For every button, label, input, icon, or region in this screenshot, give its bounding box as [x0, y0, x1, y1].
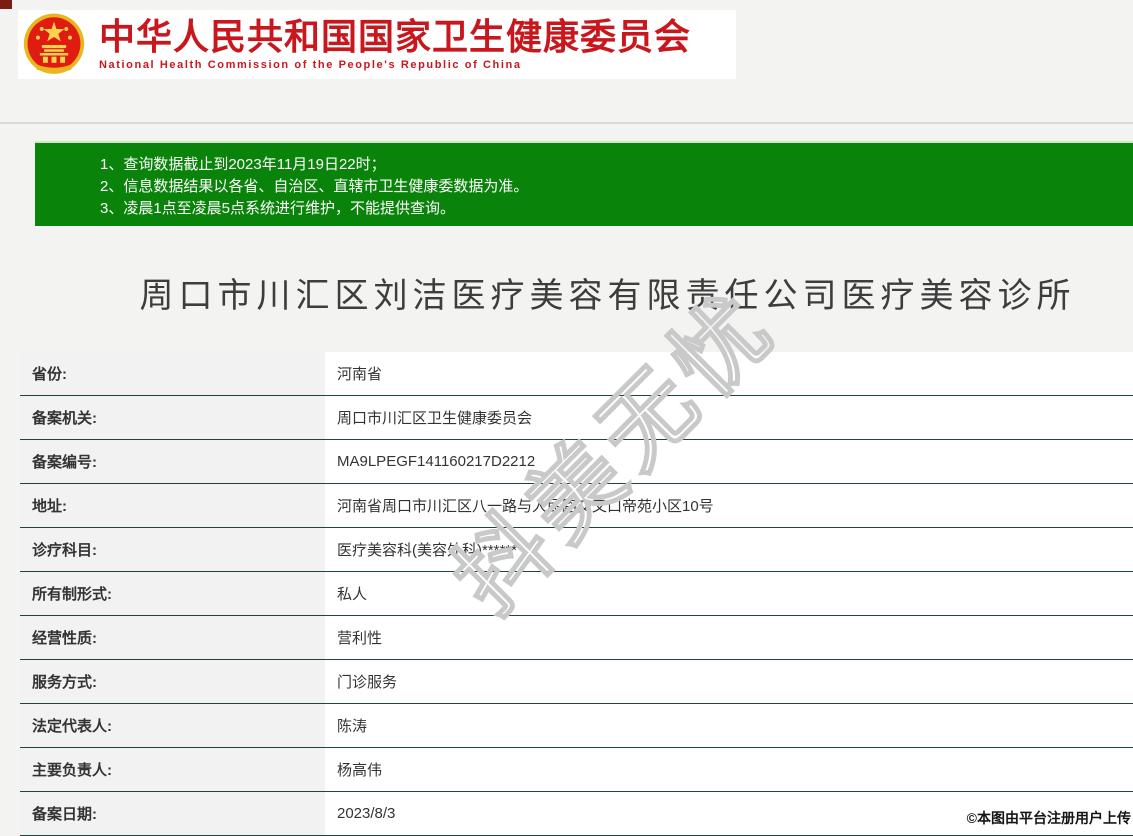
row-value: 周口市川汇区卫生健康委员会	[325, 396, 1133, 439]
row-value: 医疗美容科(美容外科)******	[325, 528, 1133, 571]
row-label: 服务方式:	[20, 660, 325, 703]
site-header: 中华人民共和国国家卫生健康委员会 National Health Commiss…	[18, 10, 736, 79]
row-label: 所有制形式:	[20, 572, 325, 615]
national-emblem-icon	[23, 13, 85, 77]
table-row-legal-representative: 法定代表人: 陈涛	[20, 704, 1133, 748]
site-title-chinese: 中华人民共和国国家卫生健康委员会	[99, 18, 691, 56]
row-value: 私人	[325, 572, 1133, 615]
row-value: MA9LPEGF141160217D2212	[325, 440, 1133, 483]
table-row-service-mode: 服务方式: 门诊服务	[20, 660, 1133, 704]
row-label: 地址:	[20, 484, 325, 527]
table-row-business-nature: 经营性质: 营利性	[20, 616, 1133, 660]
clinic-name-title: 周口市川汇区刘洁医疗美容有限责任公司医疗美容诊所	[0, 268, 1133, 317]
table-row-province: 省份: 河南省	[20, 352, 1133, 396]
row-value: 营利性	[325, 616, 1133, 659]
notice-list: 1、查询数据截止到2023年11月19日22时； 2、信息数据结果以各省、自治区…	[35, 143, 1133, 220]
row-value: 陈涛	[325, 704, 1133, 747]
row-label: 法定代表人:	[20, 704, 325, 747]
upload-attribution-caption: ©本图由平台注册用户上传	[963, 806, 1133, 830]
query-notice-banner: 1、查询数据截止到2023年11月19日22时； 2、信息数据结果以各省、自治区…	[35, 141, 1133, 226]
table-row-medical-subjects: 诊疗科目: 医疗美容科(美容外科)******	[20, 528, 1133, 572]
row-value: 杨高伟	[325, 748, 1133, 791]
row-label: 备案机关:	[20, 396, 325, 439]
row-value: 河南省	[325, 352, 1133, 395]
row-label: 备案编号:	[20, 440, 325, 483]
table-row-filing-authority: 备案机关: 周口市川汇区卫生健康委员会	[20, 396, 1133, 440]
notice-line: 1、查询数据截止到2023年11月19日22时；	[100, 154, 1123, 176]
site-title-english: National Health Commission of the People…	[99, 59, 691, 71]
row-value: 门诊服务	[325, 660, 1133, 703]
header-titles: 中华人民共和国国家卫生健康委员会 National Health Commiss…	[99, 18, 691, 71]
table-row-address: 地址: 河南省周口市川汇区八一路与人民路交叉口帝苑小区10号	[20, 484, 1133, 528]
table-row-ownership-form: 所有制形式: 私人	[20, 572, 1133, 616]
table-row-principal: 主要负责人: 杨高伟	[20, 748, 1133, 792]
header-divider	[0, 122, 1133, 124]
notice-line: 3、凌晨1点至凌晨5点系统进行维护，不能提供查询。	[100, 198, 1123, 220]
corner-artifact	[0, 0, 12, 9]
registration-record-table: 省份: 河南省 备案机关: 周口市川汇区卫生健康委员会 备案编号: MA9LPE…	[20, 352, 1133, 836]
row-label: 主要负责人:	[20, 748, 325, 791]
notice-line: 2、信息数据结果以各省、自治区、直辖市卫生健康委数据为准。	[100, 176, 1123, 198]
row-label: 经营性质:	[20, 616, 325, 659]
table-row-filing-number: 备案编号: MA9LPEGF141160217D2212	[20, 440, 1133, 484]
row-value: 河南省周口市川汇区八一路与人民路交叉口帝苑小区10号	[325, 484, 1133, 527]
row-label: 省份:	[20, 352, 325, 395]
row-label: 诊疗科目:	[20, 528, 325, 571]
row-label: 备案日期:	[20, 792, 325, 835]
